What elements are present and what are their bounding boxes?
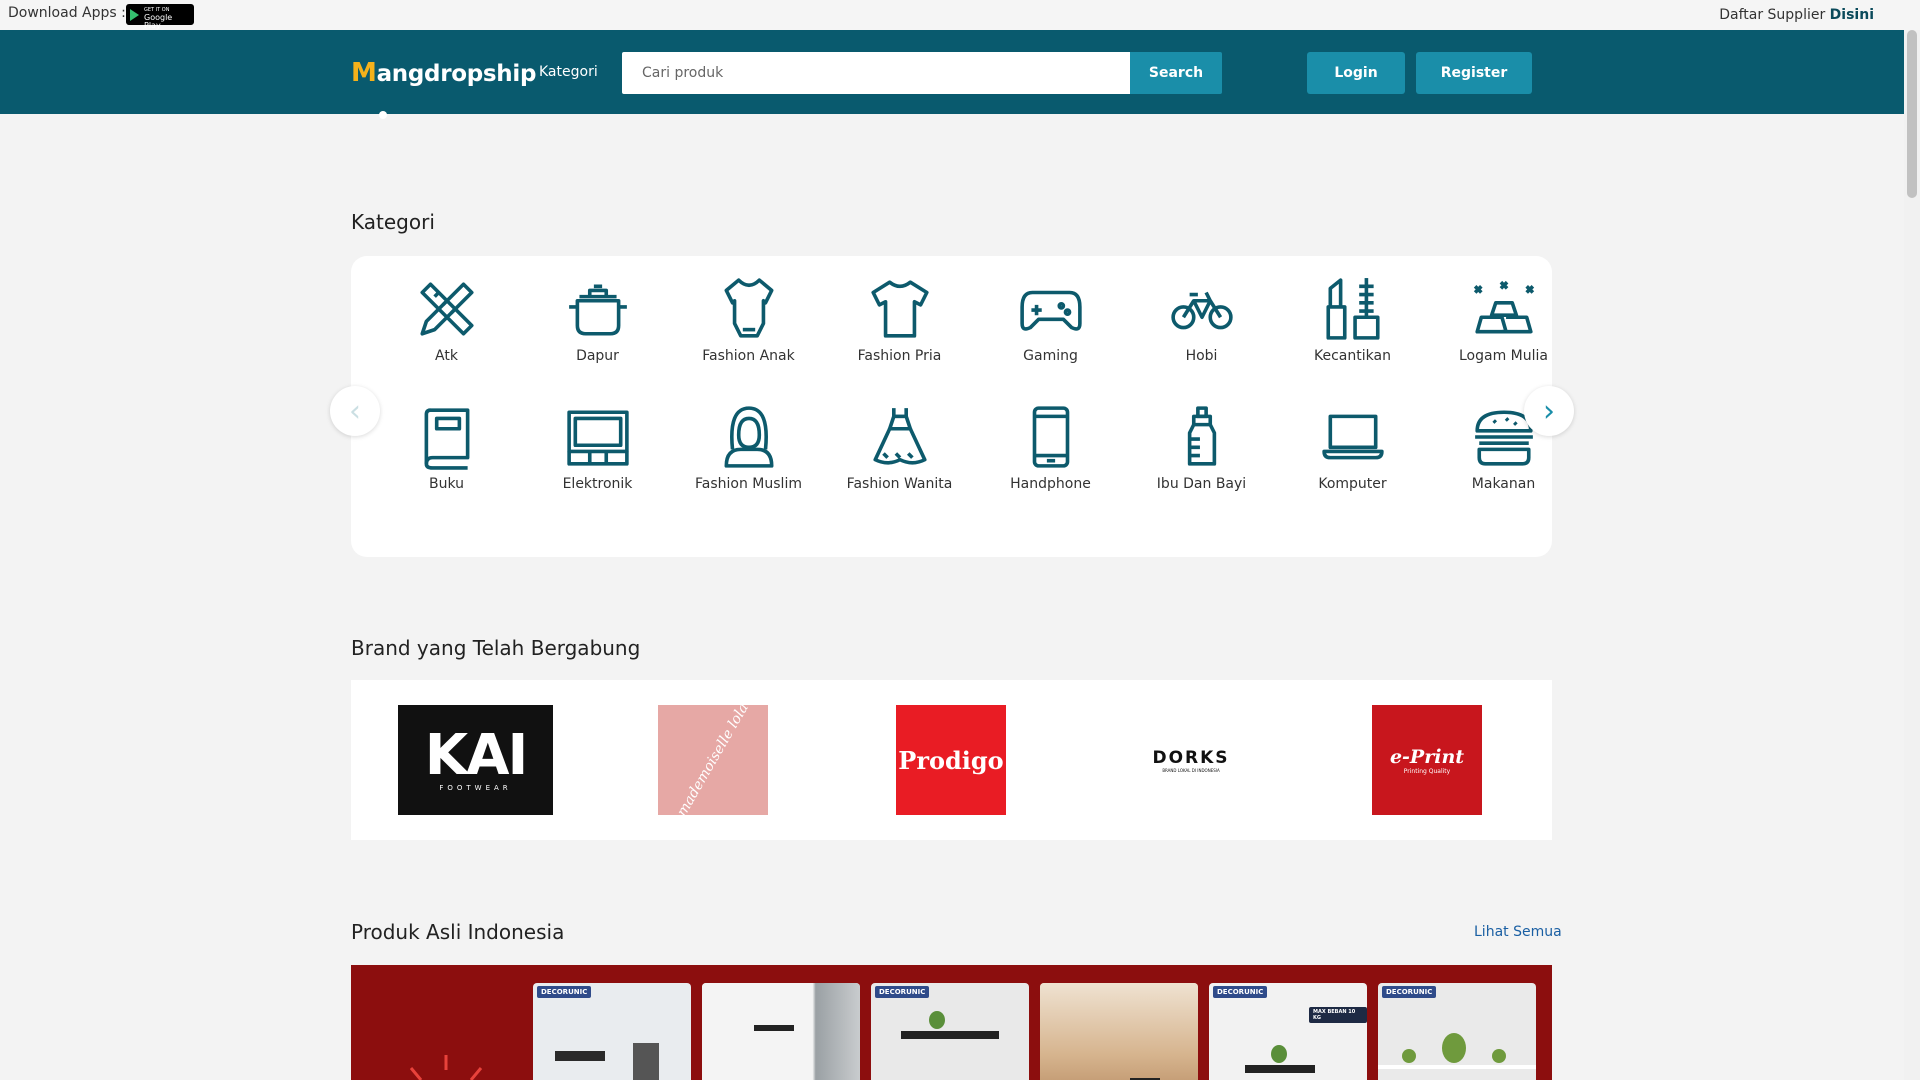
book-icon	[424, 408, 469, 470]
product-card[interactable]: DECORUNIC	[702, 983, 860, 1080]
product-image	[1245, 1065, 1315, 1073]
see-all-link[interactable]: Lihat Semua	[1474, 924, 1562, 940]
login-button[interactable]: Login	[1307, 52, 1405, 94]
category-fashion-anak[interactable]: Fashion Anak	[673, 276, 824, 392]
product-image	[1040, 983, 1198, 1080]
tv-icon	[566, 410, 629, 466]
register-button[interactable]: Register	[1416, 52, 1532, 94]
carousel-prev-button[interactable]: ‹	[330, 386, 380, 436]
chevron-left-icon: ‹	[349, 393, 361, 429]
kategori-title: Kategori	[351, 210, 435, 234]
gamepad-icon	[1019, 290, 1082, 331]
lipstick-icon	[1325, 278, 1380, 340]
nav-kategori[interactable]: Kategori	[539, 64, 598, 80]
gold-bars-icon	[1473, 280, 1534, 334]
category-fashion-wanita[interactable]: Fashion Wanita	[824, 404, 975, 520]
carousel-indicator-dot[interactable]	[379, 111, 387, 119]
category-elektronik[interactable]: Elektronik	[522, 404, 673, 520]
sun-decoration-icon	[409, 1055, 483, 1080]
category-atk[interactable]: Atk	[371, 276, 522, 392]
tshirt-icon	[870, 280, 929, 338]
google-play-badge[interactable]: GET IT ON Google Play	[126, 4, 194, 30]
product-image	[702, 983, 860, 1080]
produk-promo-banner: DECORUNIC DECORUNIC DECORUNIC DECORUNIC …	[351, 965, 1552, 1080]
smartphone-icon	[1032, 406, 1069, 468]
search-input[interactable]	[622, 52, 1130, 94]
search-button[interactable]: Search	[1130, 52, 1222, 94]
category-ibu-dan-bayi[interactable]: Ibu Dan Bayi	[1126, 404, 1277, 520]
carousel-next-button[interactable]: ›	[1524, 386, 1574, 436]
product-image	[901, 1031, 999, 1039]
category-handphone[interactable]: Handphone	[975, 404, 1126, 520]
category-fashion-pria[interactable]: Fashion Pria	[824, 276, 975, 392]
category-kecantikan[interactable]: Kecantikan	[1277, 276, 1428, 392]
scrollbar-thumb[interactable]	[1907, 30, 1917, 198]
category-gaming[interactable]: Gaming	[975, 276, 1126, 392]
baby-bottle-icon	[1187, 406, 1216, 466]
dress-icon	[872, 408, 927, 465]
supplier-register-link[interactable]: Daftar Supplier Disini	[1719, 7, 1874, 23]
site-logo[interactable]: Mangdropship	[351, 58, 536, 88]
brand-logo-eprint[interactable]: e-Print Printing Quality	[1372, 705, 1482, 815]
google-play-icon	[130, 9, 139, 21]
category-dapur[interactable]: Dapur	[522, 276, 673, 392]
product-card[interactable]: DECORUNIC	[533, 983, 691, 1080]
brand-section-title: Brand yang Telah Bergabung	[351, 636, 641, 660]
category-komputer[interactable]: Komputer	[1277, 404, 1428, 520]
kategori-grid: Atk Dapur Fashion Anak Fashion Pria Gami…	[351, 276, 1552, 520]
page-scrollbar[interactable]	[1904, 30, 1920, 1080]
ruler-pencil-icon	[419, 282, 474, 336]
laptop-icon	[1321, 414, 1384, 460]
bicycle-icon	[1170, 291, 1233, 330]
product-image	[555, 1051, 605, 1061]
category-hobi[interactable]: Hobi	[1126, 276, 1277, 392]
product-card[interactable]: DECORUNIC	[871, 983, 1029, 1080]
product-card[interactable]: DECORUNIC	[1378, 983, 1536, 1080]
brand-logo-kai[interactable]: KAI FOOTWEAR	[398, 705, 553, 815]
kategori-card: Atk Dapur Fashion Anak Fashion Pria Gami…	[351, 256, 1552, 557]
brand-logo-mademoiselle-lola[interactable]: mademoiselle lola	[658, 701, 768, 819]
produk-section-title: Produk Asli Indonesia	[351, 920, 565, 944]
download-apps-label: Download Apps :	[8, 5, 126, 21]
top-strip: Download Apps : GET IT ON Google Play Da…	[0, 0, 1920, 30]
main-header: Mangdropship Kategori Search Login Regis…	[0, 30, 1904, 114]
brand-logo-dorks[interactable]: DORKS BRAND LOKAL DI INDONESIA	[1136, 705, 1246, 815]
hijab-icon	[724, 406, 773, 468]
cooking-pot-icon	[568, 284, 627, 336]
product-card[interactable]: DECORUNIC	[1040, 983, 1198, 1080]
brand-card: KAI FOOTWEAR mademoiselle lola Prodigo D…	[351, 680, 1552, 840]
product-card[interactable]: DECORUNIC MAX BEBAN 10 KG	[1209, 983, 1367, 1080]
category-fashion-muslim[interactable]: Fashion Muslim	[673, 404, 824, 520]
brand-logo-prodigo[interactable]: Prodigo	[896, 705, 1006, 815]
baby-onesie-icon	[724, 278, 773, 338]
chevron-right-icon: ›	[1543, 393, 1555, 429]
product-image	[1378, 1065, 1536, 1069]
category-logam-mulia[interactable]: Logam Mulia	[1428, 276, 1579, 392]
category-buku[interactable]: Buku	[371, 404, 522, 520]
